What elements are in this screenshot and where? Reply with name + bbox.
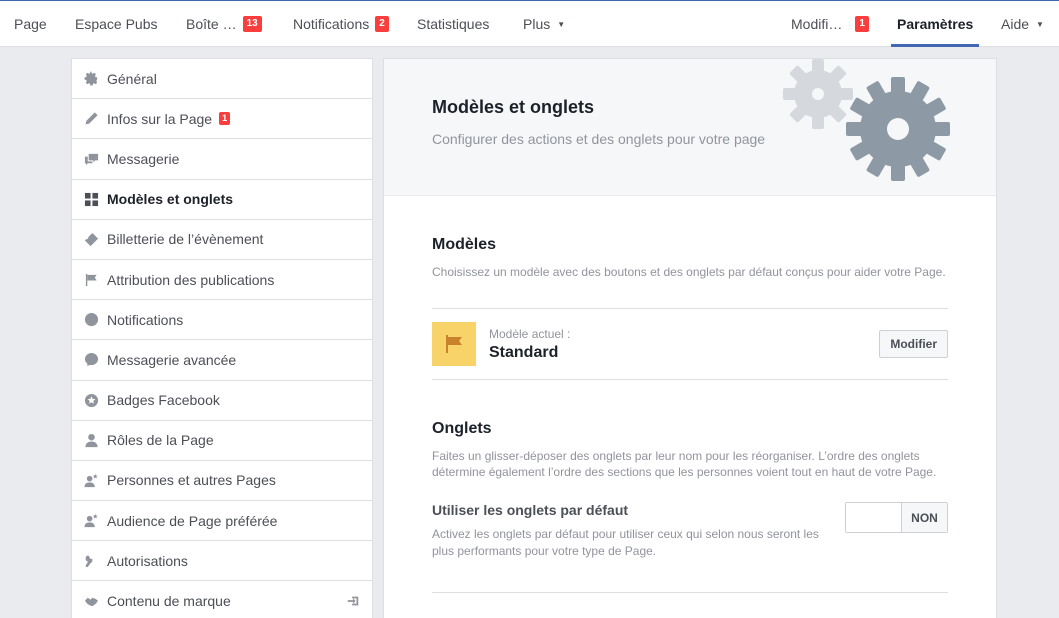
caret-down-icon: ▼ <box>1036 19 1044 29</box>
toggle-state-label: NON <box>901 503 947 532</box>
person-icon <box>83 432 99 448</box>
handshake-icon <box>83 593 99 609</box>
sidebar-item-label: Modèles et onglets <box>107 191 234 208</box>
panel-header: Modèles et onglets Configurer des action… <box>384 59 996 196</box>
nav-settings[interactable]: Paramètres <box>891 1 980 47</box>
sidebar-item-label: Autorisations <box>107 552 188 569</box>
nav-page-label: Page <box>14 16 47 32</box>
page-title: Modèles et onglets <box>432 97 595 117</box>
panel-content: Modèles Choisissez un modèle avec des bo… <box>384 196 996 593</box>
ticket-icon <box>83 231 99 247</box>
nav-insights[interactable]: Statistiques <box>417 1 489 47</box>
sidebar-item-label: Rôles de la Page <box>107 432 214 449</box>
sidebar-item-post-attribution[interactable]: Attribution des publications <box>72 260 372 301</box>
nav-edit[interactable]: Modifi… 1 <box>791 1 869 47</box>
pencil-icon <box>83 111 99 127</box>
current-template-value: Standard <box>489 343 559 361</box>
sidebar-item-label: Notifications <box>107 311 184 328</box>
divider <box>432 592 948 593</box>
sidebar-item-advanced-messaging[interactable]: Messagerie avancée <box>72 340 372 381</box>
template-flag-icon <box>432 322 476 366</box>
star-badge-icon <box>83 392 99 408</box>
nav-notifications[interactable]: Notifications 2 <box>293 1 389 47</box>
messenger-icon <box>83 352 99 368</box>
nav-inbox-label: Boîte … <box>186 16 237 32</box>
default-tabs-title: Utiliser les onglets par défaut <box>432 502 629 518</box>
nav-help[interactable]: Aide ▼ <box>1001 1 1044 47</box>
page-top-nav: Page Espace Pubs Boîte … 13 Notifications… <box>0 0 1059 47</box>
current-template-row: Modèle actuel : Standard Modifier <box>432 309 948 379</box>
sidebar-item-page-roles[interactable]: Rôles de la Page <box>72 421 372 461</box>
gear-icon <box>83 71 99 87</box>
sidebar-item-label: Général <box>107 70 157 87</box>
sidebar-item-notifications[interactable]: Notifications <box>72 300 372 341</box>
settings-sidebar: Général Infos sur la Page 1 Messagerie M… <box>71 58 373 618</box>
nav-edit-label: Modifi… <box>791 16 843 32</box>
caret-down-icon: ▼ <box>557 19 566 29</box>
sidebar-item-permissions[interactable]: Autorisations <box>72 541 372 582</box>
person-star-icon <box>83 472 99 488</box>
tabs-description: Faites un glisser-déposer des onglets pa… <box>432 449 937 479</box>
messages-icon <box>83 151 99 167</box>
sidebar-item-label: Badges Facebook <box>107 392 220 409</box>
sidebar-item-facebook-badges[interactable]: Badges Facebook <box>72 381 372 421</box>
sidebar-item-label: Contenu de marque <box>107 593 231 610</box>
person-star-icon <box>83 513 99 529</box>
page-subtitle: Configurer des actions et des onglets po… <box>432 131 766 147</box>
sidebar-item-label: Messagerie avancée <box>107 351 237 368</box>
toggle-off-side <box>846 503 901 532</box>
sidebar-item-label: Infos sur la Page <box>107 110 213 127</box>
sidebar-item-ticketing[interactable]: Billetterie de l’évènement <box>72 220 372 260</box>
sidebar-item-messaging[interactable]: Messagerie <box>72 139 372 180</box>
sidebar-item-general[interactable]: Général <box>72 59 372 100</box>
templates-heading: Modèles <box>432 236 497 253</box>
default-tabs-description: Activez les onglets par défaut pour util… <box>432 527 819 558</box>
tabs-heading: Onglets <box>432 420 492 437</box>
sidebar-item-preferred-audience[interactable]: Audience de Page préférée <box>72 501 372 542</box>
current-template-text: Modèle actuel : Standard <box>489 327 570 362</box>
nav-help-label: Aide <box>1001 16 1030 32</box>
sidebar-item-label: Messagerie <box>107 150 180 167</box>
grid-icon <box>83 191 99 207</box>
sidebar-item-label: Audience de Page préférée <box>107 512 278 529</box>
sidebar-item-page-info[interactable]: Infos sur la Page 1 <box>72 99 372 140</box>
gears-illustration-icon <box>783 59 950 181</box>
nav-page[interactable]: Page <box>14 1 47 47</box>
flag-icon <box>83 272 99 288</box>
nav-inbox[interactable]: Boîte … 13 <box>186 1 262 47</box>
sidebar-item-templates-tabs[interactable]: Modèles et onglets <box>72 180 372 220</box>
nav-insights-label: Statistiques <box>417 16 490 32</box>
page-info-badge: 1 <box>219 112 231 126</box>
globe-icon <box>83 312 99 328</box>
nav-notifications-label: Notifications <box>293 16 370 32</box>
edit-template-button[interactable]: Modifier <box>879 330 948 358</box>
sidebar-item-label: Personnes et autres Pages <box>107 472 276 489</box>
default-tabs-option: Utiliser les onglets par défaut Activez … <box>432 502 948 592</box>
nav-more-label: Plus <box>523 16 551 32</box>
sidebar-item-label: Attribution des publications <box>107 271 275 288</box>
external-link-icon[interactable] <box>346 594 360 611</box>
inbox-count-badge: 13 <box>242 16 262 32</box>
edit-count-badge: 1 <box>855 16 869 32</box>
nav-ads-center[interactable]: Espace Pubs <box>75 1 158 47</box>
templates-tabs-panel: Modèles et onglets Configurer des action… <box>383 58 997 618</box>
current-template-label: Modèle actuel : <box>489 326 571 341</box>
templates-description: Choisissez un modèle avec des boutons et… <box>432 265 946 279</box>
wrench-icon <box>83 553 99 569</box>
sidebar-item-people-pages[interactable]: Personnes et autres Pages <box>72 461 372 502</box>
notifications-count-badge: 2 <box>375 16 389 32</box>
default-tabs-toggle[interactable]: NON <box>845 502 948 533</box>
sidebar-item-label: Billetterie de l’évènement <box>107 231 264 248</box>
nav-settings-label: Paramètres <box>897 16 974 32</box>
nav-ads-center-label: Espace Pubs <box>75 16 158 32</box>
nav-more[interactable]: Plus ▼ <box>523 1 565 47</box>
sidebar-item-branded-content[interactable]: Contenu de marque <box>72 581 372 618</box>
